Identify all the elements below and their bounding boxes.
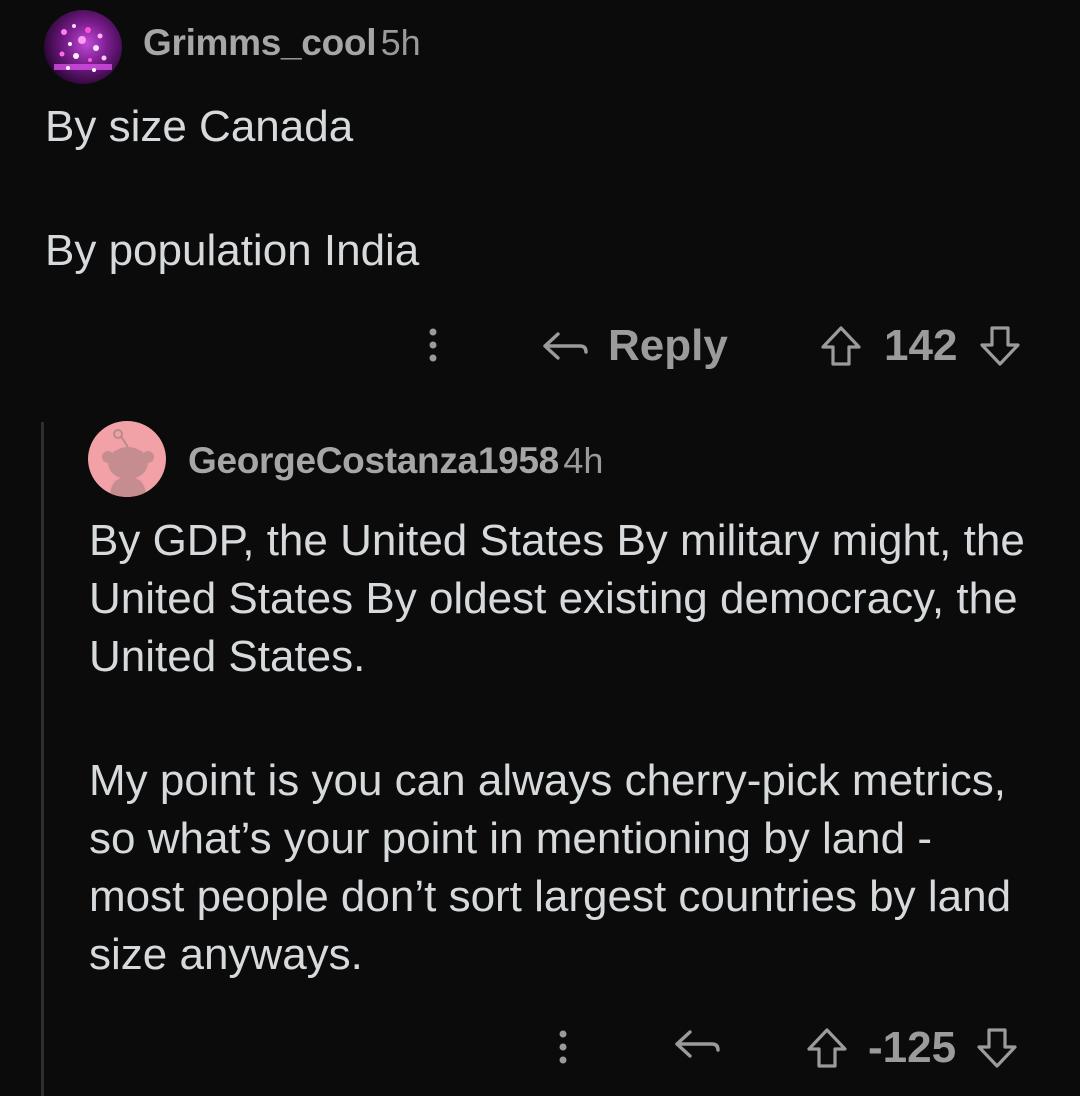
- comment: Grimms_cool 5h By size Canada By populat…: [0, 0, 1080, 400]
- username[interactable]: GeorgeCostanza1958: [188, 440, 559, 481]
- vote-controls: -125: [804, 1020, 1020, 1076]
- comment-paragraph: By population India: [45, 226, 420, 275]
- upvote-arrow-icon[interactable]: [804, 1025, 850, 1071]
- upvote-arrow-icon[interactable]: [818, 323, 864, 369]
- vertical-dots-icon: [429, 328, 437, 362]
- vote-score: 142: [884, 321, 958, 370]
- downvote-arrow-icon[interactable]: [974, 1025, 1020, 1071]
- avatar-image: [54, 24, 112, 72]
- reply-arrow-icon: [543, 332, 588, 360]
- reply-button[interactable]: [672, 1026, 722, 1067]
- avatar[interactable]: [44, 10, 122, 84]
- comment-header: GeorgeCostanza1958 4h: [188, 440, 603, 482]
- reply-button[interactable]: Reply: [540, 318, 728, 374]
- downvote-arrow-icon[interactable]: [977, 323, 1023, 369]
- timestamp: 5h: [380, 22, 421, 63]
- comment-paragraph: By size Canada: [45, 102, 354, 151]
- snoo-avatar-icon: [102, 429, 154, 497]
- comment-paragraph: By GDP, the United States By military mi…: [89, 516, 1025, 681]
- vote-score: -125: [868, 1023, 957, 1072]
- comment: GeorgeCostanza1958 4h By GDP, the United…: [0, 400, 1080, 1096]
- comment-paragraph: My point is you can always cherry-pick m…: [89, 756, 1012, 979]
- more-options-button[interactable]: [418, 322, 448, 368]
- vertical-dots-icon: [559, 1030, 567, 1064]
- more-options-button[interactable]: [548, 1024, 578, 1070]
- avatar[interactable]: [88, 421, 166, 497]
- reply-label: Reply: [608, 321, 728, 370]
- comment-header: Grimms_cool 5h: [143, 22, 421, 64]
- username[interactable]: Grimms_cool: [143, 22, 376, 63]
- vote-controls: 142: [818, 318, 1023, 374]
- timestamp: 4h: [563, 440, 604, 481]
- reply-arrow-icon: [675, 1030, 720, 1058]
